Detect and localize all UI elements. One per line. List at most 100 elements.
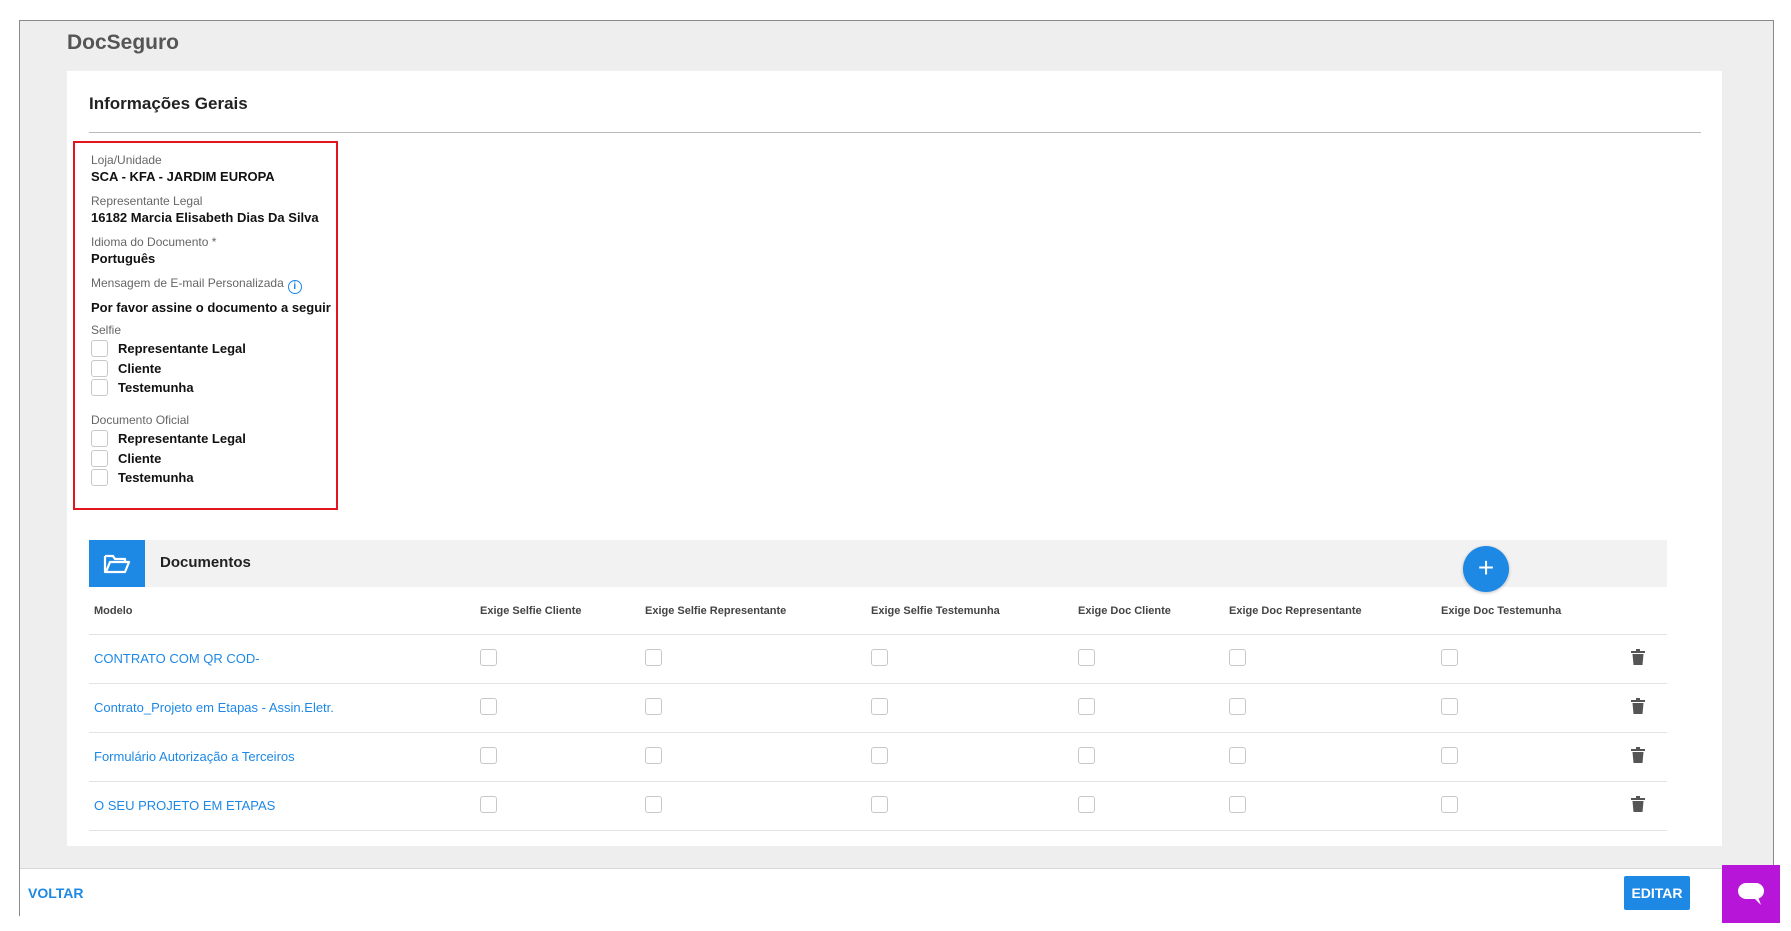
cell-actions [1626,683,1667,733]
info-icon[interactable]: i [287,280,302,294]
official-witness-checkbox[interactable] [91,469,108,487]
column-header-doc-client[interactable]: Exige Doc Cliente [1073,588,1224,635]
footer-bar: VOLTAR EDITAR [20,868,1773,916]
official-representative-checkbox[interactable] [91,430,108,448]
cell-selfie-witness [866,781,1073,831]
cell-selfie-representative [640,781,866,831]
selfie-witness-checkbox[interactable] [871,746,888,764]
doc-representative-checkbox[interactable] [1229,795,1246,813]
doc-representative-checkbox[interactable] [1229,648,1246,666]
doc-witness-checkbox[interactable] [1441,648,1458,666]
cell-doc-representative [1224,683,1436,733]
app-window: DocSeguro Informações Gerais Loja/Unidad… [19,20,1780,923]
store-label: Loja/Unidade [91,153,162,167]
cell-selfie-witness [866,732,1073,782]
selfie-witness-checkbox[interactable] [871,795,888,813]
official-option-client[interactable]: Cliente [91,449,246,469]
representative-label: Representante Legal [91,194,203,208]
column-header-model[interactable]: Modelo [89,588,475,635]
selfie-client-checkbox[interactable] [91,359,108,377]
document-model-link[interactable]: CONTRATO COM QR COD- [89,634,475,684]
store-field: Loja/Unidade SCA - KFA - JARDIM EUROPA [91,153,275,184]
cell-selfie-representative [640,732,866,782]
document-model-link[interactable]: O SEU PROJETO EM ETAPAS [89,781,475,831]
column-header-doc-representative[interactable]: Exige Doc Representante [1224,588,1436,635]
document-model-link[interactable]: Formulário Autorização a Terceiros [89,732,475,782]
official-option-witness[interactable]: Testemunha [91,468,246,488]
column-header-actions [1626,588,1667,635]
official-client-checkbox[interactable] [91,449,108,467]
cell-doc-witness [1436,634,1626,684]
selfie-option-client[interactable]: Cliente [91,359,246,379]
doc-witness-checkbox[interactable] [1441,746,1458,764]
selfie-client-checkbox[interactable] [480,795,497,813]
trash-icon[interactable] [1631,649,1645,665]
doc-representative-checkbox[interactable] [1229,697,1246,715]
table-row: Formulário Autorização a Terceiros [89,732,1667,782]
selfie-option-representative[interactable]: Representante Legal [91,339,246,359]
document-model-link[interactable]: Contrato_Projeto em Etapas - Assin.Eletr… [89,683,475,733]
language-field: Idioma do Documento * Português [91,235,216,266]
official-representative-label: Representante Legal [118,431,246,447]
doc-client-checkbox[interactable] [1078,648,1095,666]
cell-doc-representative [1224,732,1436,782]
cell-doc-client [1073,732,1224,782]
official-witness-label: Testemunha [118,470,194,486]
selfie-option-witness[interactable]: Testemunha [91,378,246,398]
official-option-representative[interactable]: Representante Legal [91,429,246,449]
cell-selfie-witness [866,634,1073,684]
column-header-selfie-witness[interactable]: Exige Selfie Testemunha [866,588,1073,635]
cell-doc-client [1073,634,1224,684]
language-value: Português [91,251,156,266]
doc-witness-checkbox[interactable] [1441,697,1458,715]
selfie-representative-checkbox[interactable] [91,340,108,358]
doc-client-checkbox[interactable] [1078,746,1095,764]
edit-button[interactable]: EDITAR [1624,876,1690,910]
selfie-witness-checkbox[interactable] [871,648,888,666]
cell-actions [1626,634,1667,684]
cell-doc-witness [1436,732,1626,782]
cell-selfie-representative [640,683,866,733]
doc-client-checkbox[interactable] [1078,795,1095,813]
add-document-button[interactable]: + [1463,546,1509,592]
selfie-client-label: Cliente [118,360,162,376]
selfie-representative-checkbox[interactable] [645,746,662,764]
column-header-doc-witness[interactable]: Exige Doc Testemunha [1436,588,1626,635]
trash-icon[interactable] [1631,796,1645,812]
folder-icon [89,540,145,587]
documents-title: Documentos [160,554,251,571]
column-header-selfie-client[interactable]: Exige Selfie Cliente [475,588,640,635]
doc-witness-checkbox[interactable] [1441,795,1458,813]
trash-icon[interactable] [1631,747,1645,763]
back-button[interactable]: VOLTAR [28,885,83,901]
selfie-representative-label: Representante Legal [118,341,246,357]
selfie-client-checkbox[interactable] [480,697,497,715]
chat-bubble-icon [1738,883,1764,905]
chat-widget-button[interactable] [1722,865,1780,923]
column-header-selfie-representative[interactable]: Exige Selfie Representante [640,588,866,635]
cell-actions [1626,781,1667,831]
plus-icon: + [1477,552,1495,583]
cell-selfie-representative [640,634,866,684]
representative-field: Representante Legal 16182 Marcia Elisabe… [91,194,319,225]
selfie-client-checkbox[interactable] [480,648,497,666]
cell-selfie-client [475,634,640,684]
selfie-client-checkbox[interactable] [480,746,497,764]
cell-selfie-client [475,683,640,733]
cell-selfie-witness [866,683,1073,733]
selfie-representative-checkbox[interactable] [645,648,662,666]
selfie-witness-checkbox[interactable] [91,379,108,397]
doc-representative-checkbox[interactable] [1229,746,1246,764]
info-highlight-box: Loja/Unidade SCA - KFA - JARDIM EUROPA R… [73,141,338,510]
trash-icon[interactable] [1631,698,1645,714]
cell-selfie-client [475,732,640,782]
cell-doc-witness [1436,683,1626,733]
doc-client-checkbox[interactable] [1078,697,1095,715]
selfie-representative-checkbox[interactable] [645,795,662,813]
selfie-representative-checkbox[interactable] [645,697,662,715]
cell-doc-witness [1436,781,1626,831]
selfie-witness-checkbox[interactable] [871,697,888,715]
table-row: Contrato_Projeto em Etapas - Assin.Eletr… [89,683,1667,733]
representative-value: 16182 Marcia Elisabeth Dias Da Silva [91,210,319,225]
general-info-panel: Informações Gerais Loja/Unidade SCA - KF… [67,71,1722,846]
